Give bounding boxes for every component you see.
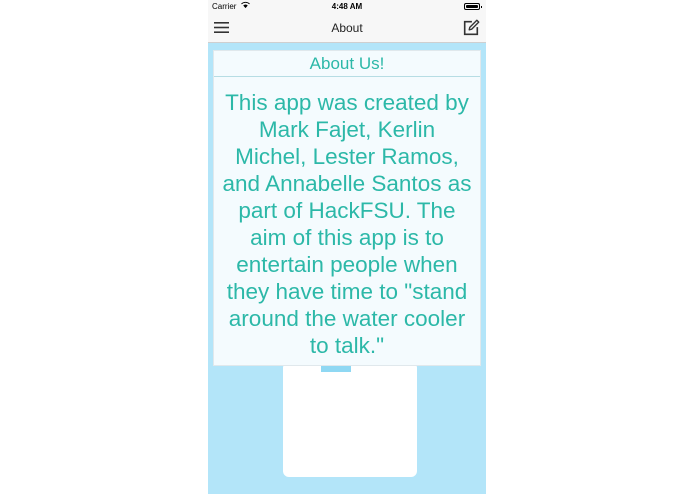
phone-screen: Carrier 4:48 AM About About Us! This app… <box>208 0 486 494</box>
about-us-card: About Us! This app was created by Mark F… <box>213 50 481 366</box>
compose-icon[interactable] <box>462 19 480 37</box>
background-card <box>283 362 417 477</box>
battery-icon <box>464 3 482 10</box>
status-time: 4:48 AM <box>331 2 363 11</box>
page-title: About <box>331 21 363 35</box>
navigation-bar: About <box>208 13 486 43</box>
about-us-text: This app was created by Mark Fajet, Kerl… <box>222 90 472 358</box>
status-bar: Carrier 4:48 AM <box>208 0 486 13</box>
about-us-title: About Us! <box>214 51 480 77</box>
